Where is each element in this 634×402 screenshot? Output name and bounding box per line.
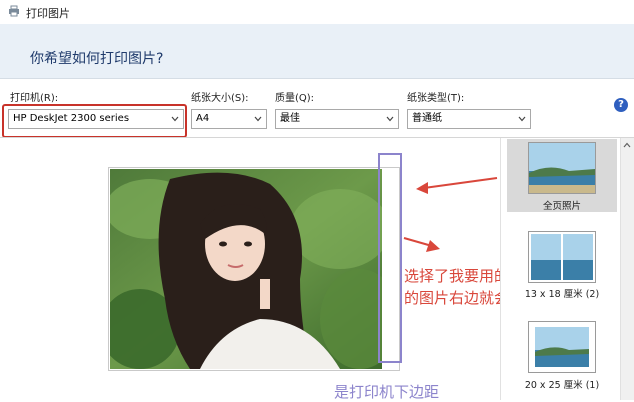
layout-option-13x18[interactable]: 13 x 18 厘米 (2) xyxy=(507,228,617,302)
layout-label: 13 x 18 厘米 (2) xyxy=(524,289,600,300)
arrow-to-margin-icon xyxy=(403,237,440,252)
layout-thumb xyxy=(528,321,596,373)
split-thumbnail xyxy=(529,232,595,282)
layout-label: 全页照片 xyxy=(542,201,581,212)
layout-option-full-page[interactable]: 全页照片 xyxy=(507,139,617,212)
landscape-thumbnail xyxy=(529,143,595,193)
layout-thumb xyxy=(528,231,596,283)
annotation-bottom-note: 是打印机下边距 xyxy=(334,383,440,401)
layout-option-20x25[interactable]: 20 x 25 厘米 (1) xyxy=(507,318,617,394)
arrow-to-layouts-icon xyxy=(416,177,498,194)
layout-label: 20 x 25 厘米 (1) xyxy=(524,380,600,391)
layouts-scrollbar[interactable] xyxy=(620,138,634,400)
scroll-up-icon[interactable] xyxy=(623,142,631,148)
landscape-thumbnail xyxy=(529,322,595,372)
layout-thumb xyxy=(528,142,596,194)
